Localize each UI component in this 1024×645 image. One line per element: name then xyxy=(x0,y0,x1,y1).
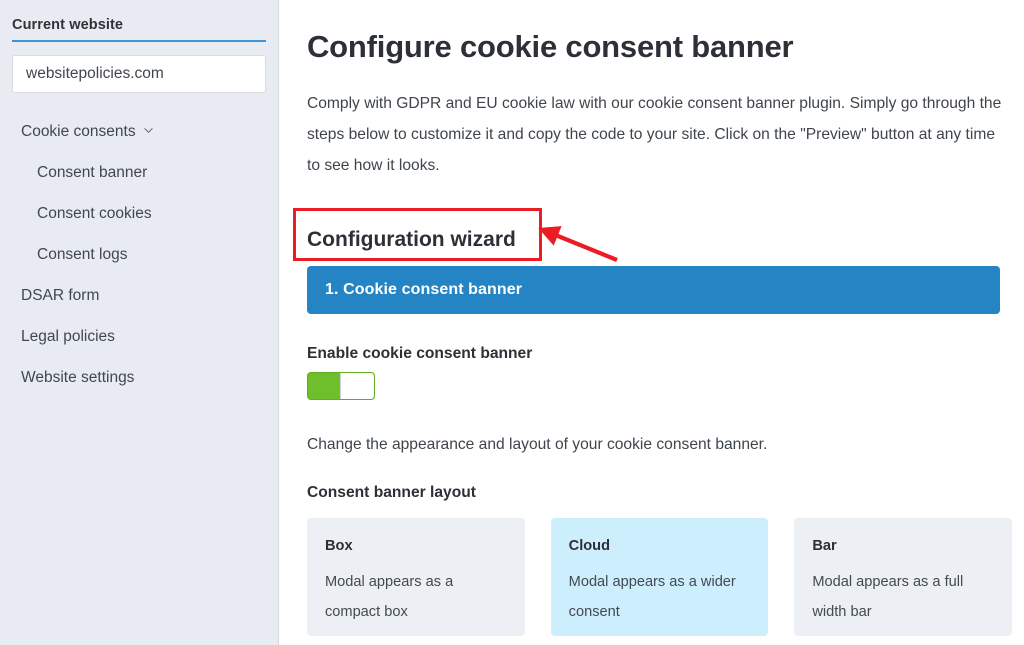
section-title-wrap: Configuration wizard xyxy=(307,218,516,261)
sidebar-header-title: Current website xyxy=(12,17,124,33)
layout-options-group: Box Modal appears as a compact box Cloud… xyxy=(307,517,1013,636)
appearance-paragraph: Change the appearance and layout of your… xyxy=(307,435,768,453)
sidebar-item-cookie-consents[interactable]: Cookie consents xyxy=(0,111,278,152)
layout-option-title: Cloud xyxy=(568,537,611,554)
enable-banner-label: Enable cookie consent banner xyxy=(307,344,533,362)
wizard-step-cookie-consent-banner[interactable]: 1. Cookie consent banner xyxy=(307,265,1000,314)
sidebar-item-consent-logs[interactable]: Consent logs xyxy=(0,234,278,275)
sidebar-item-label: Cookie consents xyxy=(21,122,136,140)
sidebar-item-label: Consent cookies xyxy=(37,204,152,222)
sidebar-item-label: DSAR form xyxy=(21,286,100,304)
enable-banner-toggle[interactable] xyxy=(307,371,375,400)
sidebar-header: Current website xyxy=(12,17,266,42)
consent-banner-layout-label: Consent banner layout xyxy=(307,483,476,501)
sidebar-item-consent-cookies[interactable]: Consent cookies xyxy=(0,193,278,234)
website-select[interactable]: websitepolicies.com xyxy=(12,55,266,93)
sidebar-item-label: Website settings xyxy=(21,368,135,386)
toggle-knob xyxy=(340,372,374,399)
sidebar-item-website-settings[interactable]: Website settings xyxy=(0,357,278,398)
toggle-track xyxy=(308,373,340,399)
layout-option-bar[interactable]: Bar Modal appears as a full width bar xyxy=(794,517,1013,636)
layout-option-desc: Modal appears as a wider consent xyxy=(568,574,736,621)
layout-option-title: Box xyxy=(325,537,353,554)
app-root: Current website websitepolicies.com Cook… xyxy=(0,0,1024,645)
layout-option-box[interactable]: Box Modal appears as a compact box xyxy=(307,517,525,636)
layout-option-desc: Modal appears as a compact box xyxy=(325,574,454,621)
layout-option-desc: Modal appears as a full width bar xyxy=(812,574,964,621)
website-select-value: websitepolicies.com xyxy=(26,65,164,82)
layout-option-title: Bar xyxy=(812,537,837,554)
configuration-wizard-heading: Configuration wizard xyxy=(307,227,516,251)
intro-paragraph: Comply with GDPR and EU cookie law with … xyxy=(307,95,1002,175)
sidebar-item-consent-banner[interactable]: Consent banner xyxy=(0,152,278,193)
main-content: Configure cookie consent banner Comply w… xyxy=(279,0,1024,645)
sidebar-item-dsar-form[interactable]: DSAR form xyxy=(0,275,278,316)
sidebar-item-label: Consent banner xyxy=(37,163,148,181)
sidebar-nav: Cookie consents Consent banner Consent c… xyxy=(0,111,278,398)
sidebar-item-label: Legal policies xyxy=(21,327,115,345)
wizard-step-label: 1. Cookie consent banner xyxy=(325,280,523,298)
sidebar-item-label: Consent logs xyxy=(37,245,128,263)
sidebar: Current website websitepolicies.com Cook… xyxy=(0,0,279,645)
layout-option-cloud[interactable]: Cloud Modal appears as a wider consent xyxy=(550,517,769,636)
chevron-down-icon xyxy=(143,126,153,135)
page-title: Configure cookie consent banner xyxy=(307,29,794,64)
sidebar-item-legal-policies[interactable]: Legal policies xyxy=(0,316,278,357)
